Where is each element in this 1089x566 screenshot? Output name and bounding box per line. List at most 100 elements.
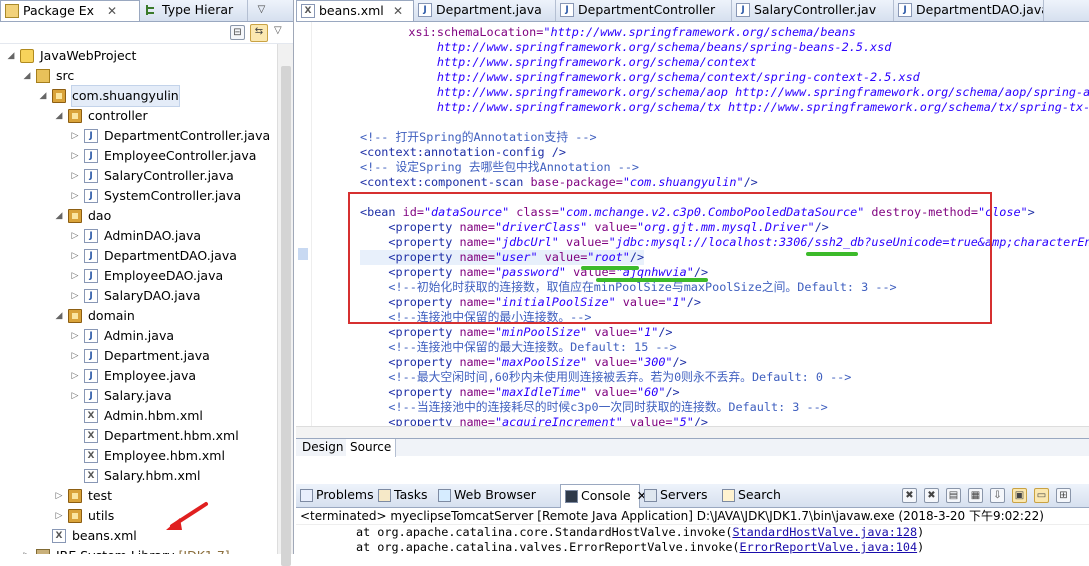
tree-item[interactable]: Xbeans.xml bbox=[0, 526, 277, 546]
console-view-tab[interactable]: Servers bbox=[640, 484, 718, 508]
console-view-tab[interactable]: Search bbox=[718, 484, 788, 508]
editor-tab[interactable]: J Department.java bbox=[414, 0, 556, 21]
collapsed-twisty-icon[interactable]: ▷ bbox=[70, 166, 80, 186]
scroll-lock-icon[interactable]: ▦ bbox=[968, 488, 983, 503]
tree-item[interactable]: ▷ test bbox=[0, 486, 277, 506]
tree-item[interactable]: ◢ com.shuangyulin bbox=[0, 85, 277, 107]
view-menu-icon[interactable]: ▽ bbox=[274, 25, 282, 36]
xml-file-icon: X bbox=[301, 4, 315, 18]
collapsed-twisty-icon[interactable]: ▷ bbox=[70, 146, 80, 166]
pin-console-icon[interactable]: ⇩ bbox=[990, 488, 1005, 503]
collapsed-twisty-icon[interactable]: ▷ bbox=[70, 126, 80, 146]
code-token: "http://www.springframework.org/schema/b… bbox=[543, 25, 856, 39]
console-view-tab[interactable]: Tasks bbox=[374, 484, 434, 508]
tree-item[interactable]: ◢ domain bbox=[0, 306, 277, 326]
editor-tab[interactable]: Xbeans.xml ✕ bbox=[296, 0, 414, 21]
collapsed-twisty-icon[interactable]: ▷ bbox=[54, 486, 64, 506]
tree-item[interactable]: ▷ J DepartmentController.java bbox=[0, 126, 277, 146]
tab-design[interactable]: Design bbox=[298, 439, 349, 457]
tree-item[interactable]: ▷ J SystemController.java bbox=[0, 186, 277, 206]
expanded-twisty-icon[interactable]: ◢ bbox=[38, 86, 48, 106]
new-console-icon[interactable]: ⊞ bbox=[1056, 488, 1071, 503]
stacktrace-link[interactable]: ErrorReportValve.java:104 bbox=[740, 540, 918, 554]
annotation-underline-user bbox=[581, 266, 639, 270]
tree-item[interactable]: ◢ src bbox=[0, 66, 277, 86]
console-view-tab[interactable]: Web Browser bbox=[434, 484, 560, 508]
tab-type-hierarchy[interactable]: Type Hierar bbox=[140, 0, 248, 21]
tree-item[interactable]: X Admin.hbm.xml bbox=[0, 406, 277, 426]
console-view-tab[interactable]: Console ✕ bbox=[560, 484, 647, 508]
tab-source[interactable]: Source bbox=[346, 439, 397, 457]
stacktrace-link[interactable]: StandardHostValve.java:128 bbox=[732, 525, 917, 539]
java-file-icon: J bbox=[84, 149, 98, 163]
close-icon[interactable]: ✕ bbox=[107, 1, 117, 21]
annotation-underline-password bbox=[596, 278, 708, 282]
expanded-twisty-icon[interactable]: ◢ bbox=[54, 306, 64, 326]
tree-item[interactable]: ◢ controller bbox=[0, 106, 277, 126]
java-file-icon: J bbox=[84, 189, 98, 203]
collapsed-twisty-icon[interactable]: ▷ bbox=[70, 386, 80, 406]
collapsed-twisty-icon[interactable]: ▷ bbox=[70, 346, 80, 366]
open-console-icon[interactable]: ▭ bbox=[1034, 488, 1049, 503]
collapsed-twisty-icon[interactable]: ▷ bbox=[70, 226, 80, 246]
tree-item[interactable]: ▷ J DepartmentDAO.java bbox=[0, 246, 277, 266]
remove-launches-icon[interactable]: ▤ bbox=[946, 488, 961, 503]
code-token: http://www.springframework.org/schema/tx… bbox=[380, 100, 1089, 114]
link-with-editor-icon[interactable]: ⇆ bbox=[250, 24, 268, 42]
tree-item[interactable]: ▷ J Admin.java bbox=[0, 326, 277, 346]
editor-tab[interactable]: J DepartmentDAO.java bbox=[894, 0, 1044, 21]
tree-item[interactable]: ▷ J AdminDAO.java bbox=[0, 226, 277, 246]
tree-item[interactable]: ◢ dao bbox=[0, 206, 277, 226]
close-icon[interactable]: ✕ bbox=[393, 1, 403, 21]
tree-item[interactable]: ▷ J EmployeeDAO.java bbox=[0, 266, 277, 286]
collapsed-twisty-icon[interactable]: ▷ bbox=[22, 546, 32, 554]
tree-item[interactable]: ◢ JavaWebProject bbox=[0, 46, 277, 66]
terminate-icon[interactable]: ✖ bbox=[924, 488, 939, 503]
tree-item[interactable]: ▷ J EmployeeController.java bbox=[0, 146, 277, 166]
expanded-twisty-icon[interactable]: ◢ bbox=[22, 66, 32, 86]
tree-item[interactable]: ▷ utils bbox=[0, 506, 277, 526]
tree-item[interactable]: X Salary.hbm.xml bbox=[0, 466, 277, 486]
tree-item[interactable]: ▷ J SalaryController.java bbox=[0, 166, 277, 186]
tree-item[interactable]: ▷ J Department.java bbox=[0, 346, 277, 366]
tree-item[interactable]: ▷ J Employee.java bbox=[0, 366, 277, 386]
tree-item-label: Admin.hbm.xml bbox=[104, 408, 203, 423]
tree-vertical-scrollbar[interactable] bbox=[277, 44, 293, 566]
code-area[interactable]: xsi:schemaLocation="http://www.springfra… bbox=[296, 22, 1089, 438]
editor-horizontal-scrollbar[interactable] bbox=[296, 426, 1089, 438]
editor-tab[interactable]: J SalaryController.jav bbox=[732, 0, 894, 21]
xml-file-icon: X bbox=[84, 409, 98, 423]
expanded-twisty-icon[interactable]: ◢ bbox=[6, 46, 16, 66]
expanded-twisty-icon[interactable]: ◢ bbox=[54, 106, 64, 126]
xml-file-icon: X bbox=[52, 529, 66, 543]
console-view-tab[interactable]: Problems bbox=[296, 484, 374, 508]
collapse-all-icon[interactable]: ⊟ bbox=[230, 25, 245, 40]
console-panel: Problems Tasks Web Browser Console ✕ Servers S… bbox=[296, 484, 1089, 554]
editor-mode-tabs: Design Source bbox=[296, 438, 1089, 457]
tree-item[interactable]: ▷ J SalaryDAO.java bbox=[0, 286, 277, 306]
tab-package-explorer[interactable]: Package Ex ✕ bbox=[0, 0, 140, 21]
tree-item-label: controller bbox=[88, 108, 148, 123]
tree-item[interactable]: X Department.hbm.xml bbox=[0, 426, 277, 446]
collapsed-twisty-icon[interactable]: ▷ bbox=[70, 326, 80, 346]
console-tab-label: Tasks bbox=[394, 487, 428, 502]
editor-tab[interactable]: J DepartmentController bbox=[556, 0, 732, 21]
collapsed-twisty-icon[interactable]: ▷ bbox=[54, 506, 64, 526]
tree-item[interactable]: ▷ JRE System Library [JDK1.7] bbox=[0, 546, 277, 554]
collapsed-twisty-icon[interactable]: ▷ bbox=[70, 366, 80, 386]
tree-item[interactable]: X Employee.hbm.xml bbox=[0, 446, 277, 466]
collapsed-twisty-icon[interactable]: ▷ bbox=[70, 266, 80, 286]
collapsed-twisty-icon[interactable]: ▷ bbox=[70, 286, 80, 306]
code-token: <property bbox=[360, 325, 460, 339]
scrollbar-thumb[interactable] bbox=[281, 66, 291, 566]
expanded-twisty-icon[interactable]: ◢ bbox=[54, 206, 64, 226]
display-console-icon[interactable]: ▣ bbox=[1012, 488, 1027, 503]
editor-tab-label: DepartmentDAO.java bbox=[916, 2, 1044, 17]
tree-item-label: DepartmentController.java bbox=[104, 128, 271, 143]
clear-console-icon[interactable]: ✖ bbox=[902, 488, 917, 503]
collapsed-twisty-icon[interactable]: ▷ bbox=[70, 186, 80, 206]
view-menu-icon[interactable]: ▽ bbox=[254, 3, 269, 18]
collapsed-twisty-icon[interactable]: ▷ bbox=[70, 246, 80, 266]
java-file-icon: J bbox=[84, 329, 98, 343]
tree-item[interactable]: ▷ J Salary.java bbox=[0, 386, 277, 406]
